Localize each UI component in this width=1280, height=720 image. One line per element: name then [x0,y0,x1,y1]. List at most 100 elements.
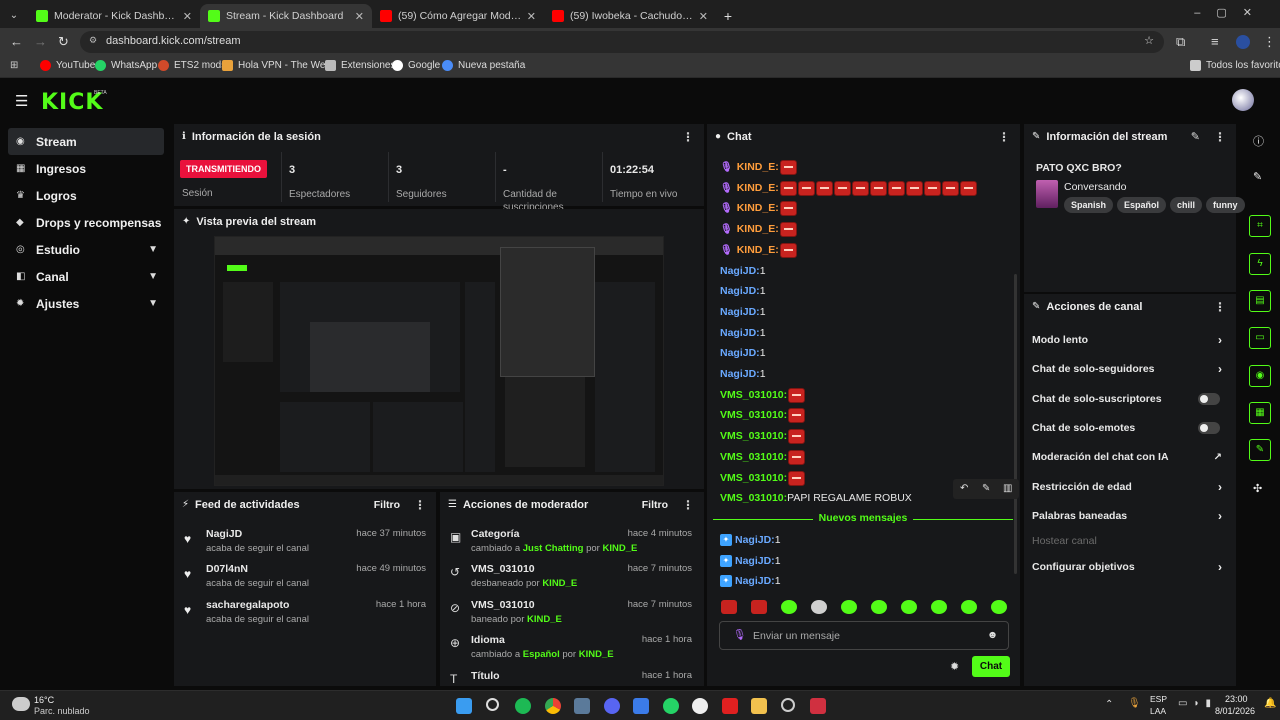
chat-message[interactable]: NagiJD: 1 [720,365,766,383]
tag[interactable]: chill [1170,197,1203,213]
new-messages-divider[interactable]: Nuevos mensajes [713,512,1013,526]
action-banned-words[interactable]: Palabras baneadas › [1032,507,1228,525]
user-avatar[interactable] [1232,89,1254,111]
chat-message[interactable]: ✦ NagiJD: 1 [720,572,781,590]
folder-icon[interactable] [751,698,767,714]
action-age-restriction[interactable]: Restricción de edad › [1032,478,1228,496]
forward-icon[interactable]: → [34,34,47,49]
chat-username[interactable]: NagiJD: [720,327,760,339]
emote-icon[interactable] [811,600,827,614]
chat-username[interactable]: VMS_031010: [720,389,787,401]
chat-username[interactable]: VMS_031010: [720,472,787,484]
all-favorites[interactable]: Todos los favoritos [1190,60,1280,71]
extensions-icon[interactable]: ⧉ [1176,34,1185,50]
emote-icon[interactable] [901,600,917,614]
chat-message[interactable]: VMS_031010: [720,469,806,487]
edit-icon[interactable]: ✎ [1191,130,1200,143]
chat-username[interactable]: NagiJD: [720,306,760,318]
spotify-icon[interactable] [515,698,531,714]
sidebar-item-estudio[interactable]: ◎ Estudio ▼ [8,236,164,263]
app-icon[interactable] [633,698,649,714]
emote-icon[interactable] [961,600,977,614]
more-options-icon[interactable]: ⋮ [682,130,694,144]
more-options-icon[interactable]: ⋮ [998,130,1010,144]
more-options-icon[interactable]: ⋮ [414,498,426,512]
bookmark-youtube[interactable]: YouTube [40,60,95,71]
lang-2[interactable]: LAA [1150,706,1166,716]
chat-message[interactable]: 🎙 KIND_E: [720,241,797,259]
chat-message[interactable]: NagiJD: 1 [720,324,766,342]
action-followers-only[interactable]: Chat de solo-seguidores › [1032,360,1228,378]
bookmark-hola-vpn[interactable]: Hola VPN - The We... [222,60,334,71]
profile-icon[interactable] [1236,35,1250,49]
emotes-only-toggle[interactable] [1198,422,1220,434]
tag[interactable]: Spanish [1064,197,1114,213]
chat-message[interactable]: NagiJD: 1 [720,344,766,362]
reload-icon[interactable]: ↻ [58,34,69,50]
sidebar-item-ajustes[interactable]: ✹ Ajustes ▼ [8,290,164,317]
bookmark-new-tab[interactable]: Nueva pestaña [442,60,525,71]
rail-button-wrench[interactable]: ✎ [1249,439,1271,461]
emote-icon[interactable] [871,600,887,614]
send-chat-button[interactable]: Chat [972,656,1010,677]
close-icon[interactable]: ✕ [527,10,536,23]
chat-scrollbar[interactable] [1014,274,1017,574]
rail-button-layout[interactable]: ▦ [1249,402,1271,424]
filter-button[interactable]: Filtro [374,499,400,511]
chat-username[interactable]: KIND_E: [737,182,779,194]
chat-username[interactable]: VMS_031010: [720,492,787,504]
bookmark-ets2[interactable]: ETS2 mods [158,60,226,71]
new-tab-button[interactable]: + [716,4,740,28]
chat-username[interactable]: KIND_E: [737,202,779,214]
back-icon[interactable]: ← [10,34,23,49]
rail-button-lightning[interactable]: ϟ [1249,253,1271,275]
pin-icon[interactable]: ✎ [982,483,990,494]
more-options-icon[interactable]: ⋮ [1214,130,1226,144]
chat-input[interactable]: 🎙 Enviar un mensaje ☻ [719,621,1009,650]
apps-icon[interactable]: ✣ [1253,482,1262,495]
sidebar-item-drops[interactable]: ◆ Drops y recompensas [8,209,164,236]
action-slow-mode[interactable]: Modo lento › [1032,331,1228,349]
sidebar-item-ingresos[interactable]: ▦ Ingresos [8,155,164,182]
chat-message[interactable]: 🎙 KIND_E: [720,220,797,238]
bookmark-extensions[interactable]: Extensiones [325,60,395,71]
chevron-up-icon[interactable]: ⌃ [1105,699,1113,710]
edit-icon[interactable]: ✎ [1253,170,1262,183]
chat-settings-icon[interactable]: ✹ [950,660,959,673]
emote-icon[interactable] [721,600,737,614]
more-options-icon[interactable]: ⋮ [682,498,694,512]
mic-icon[interactable]: 🎙 [1128,698,1141,709]
chat-message[interactable]: ✦ NagiJD: 1 [720,552,781,570]
chat-username[interactable]: NagiJD: [720,368,760,380]
info-icon[interactable]: ⓘ [1253,133,1264,149]
emoji-icon[interactable]: ☻ [987,629,998,641]
more-options-icon[interactable]: ⋮ [1214,300,1226,314]
clock-date[interactable]: 8/01/2026 [1215,706,1255,716]
chat-username[interactable]: NagiJD: [735,575,775,587]
discord-icon[interactable] [604,698,620,714]
chat-message[interactable]: VMS_031010: PAPI REGALAME ROBUX [720,489,912,507]
tab-youtube-1[interactable]: (59) Cómo Agregar Moderador ✕ [372,4,544,28]
obs-icon[interactable] [692,698,708,714]
action-subscribers-only[interactable]: Chat de solo-suscriptores [1032,390,1228,408]
chat-username[interactable]: KIND_E: [737,161,779,173]
rail-button-list[interactable]: ▤ [1249,290,1271,312]
apps-icon[interactable]: ⊞ [10,60,18,71]
capcut-icon[interactable] [810,698,826,714]
search-icon[interactable] [486,698,499,711]
emote-icon[interactable] [781,600,797,614]
sidebar-item-stream[interactable]: ◉ Stream [8,128,164,155]
reply-icon[interactable]: ↶ [960,483,968,494]
rail-button-broadcast[interactable]: ◉ [1249,365,1271,387]
filter-button[interactable]: Filtro [642,499,668,511]
chat-username[interactable]: NagiJD: [720,285,760,297]
subscribers-only-toggle[interactable] [1198,393,1220,405]
emote-icon[interactable] [931,600,947,614]
chat-message[interactable]: VMS_031010: [720,448,806,466]
close-icon[interactable]: ✕ [355,10,364,23]
chat-username[interactable]: KIND_E: [737,244,779,256]
tab-youtube-2[interactable]: (59) Iwobeka - Cachudo Soy (A ✕ [544,4,716,28]
chat-username[interactable]: NagiJD: [735,534,775,546]
app-red-icon[interactable] [722,698,738,714]
stream-video[interactable] [214,236,664,486]
